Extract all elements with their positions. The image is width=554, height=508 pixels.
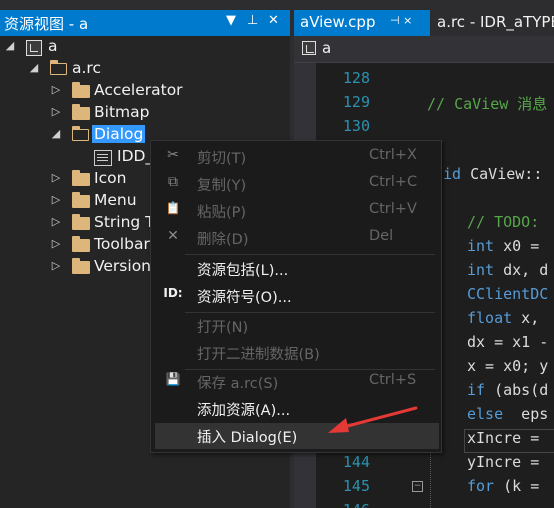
annotation-arrow — [328, 406, 418, 433]
annotation-arrow-shaft — [338, 406, 418, 430]
annotation-arrow-head — [328, 418, 349, 433]
